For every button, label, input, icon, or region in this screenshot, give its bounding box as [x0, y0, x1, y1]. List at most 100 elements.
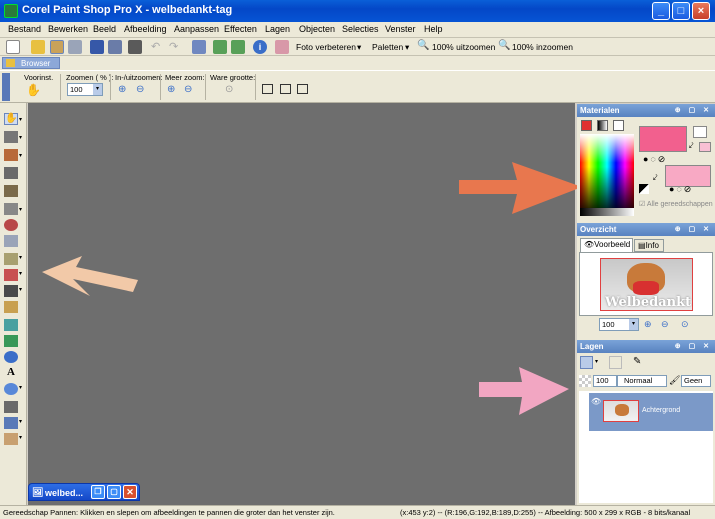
save-icon[interactable]: [90, 40, 104, 54]
redo-icon[interactable]: ↷: [169, 40, 183, 54]
chevron-down-icon[interactable]: ▾: [19, 134, 22, 141]
tab-info[interactable]: ▤Info: [634, 239, 664, 252]
minimized-document-window[interactable]: 🖼 welbed... ❐ ▢ ✕: [28, 483, 140, 501]
grayscale-strip[interactable]: [580, 208, 634, 216]
menu-lagen[interactable]: Lagen: [265, 24, 290, 34]
chevron-down-icon[interactable]: ▾: [93, 84, 102, 95]
chevron-down-icon[interactable]: ▾: [19, 206, 22, 213]
undo-icon[interactable]: ↶: [151, 40, 165, 54]
menu-venster[interactable]: Venster: [385, 24, 416, 34]
paste-icon[interactable]: [231, 40, 245, 54]
opacity-input[interactable]: 100: [593, 375, 617, 387]
picture-tube-icon[interactable]: [4, 335, 18, 347]
info-icon[interactable]: i: [253, 40, 267, 54]
rainbow-tab-icon[interactable]: [597, 120, 608, 131]
dropper-tool-icon[interactable]: [4, 167, 18, 179]
swap-icon[interactable]: ⤦: [689, 141, 694, 151]
close-button[interactable]: ×: [692, 2, 710, 20]
more-zoom-in-icon[interactable]: ⊕: [167, 84, 175, 95]
pick-tool-icon[interactable]: [4, 131, 18, 143]
clone-tool-icon[interactable]: [4, 235, 18, 247]
fit-screen-icon[interactable]: [297, 84, 308, 94]
foreground-small-swatch[interactable]: [693, 126, 707, 138]
panel-controls[interactable]: ⊕ ▢ ✕: [675, 104, 712, 117]
restore-button[interactable]: ❐: [91, 485, 105, 499]
background-style-icons[interactable]: ●◌⊘: [669, 184, 693, 195]
zoom-in-icon[interactable]: ⊕: [644, 319, 652, 330]
menu-beeld[interactable]: Beeld: [93, 24, 116, 34]
crop-tool-icon[interactable]: [4, 185, 18, 197]
delete-layer-icon[interactable]: [609, 356, 622, 369]
menu-afbeelding[interactable]: Afbeelding: [124, 24, 167, 34]
panel-controls[interactable]: ⊕ ▢ ✕: [675, 340, 712, 353]
zoom-in-100-button[interactable]: 100% inzoomen: [512, 42, 573, 52]
background-small-swatch[interactable]: [699, 142, 711, 152]
menu-selecties[interactable]: Selecties: [342, 24, 379, 34]
text-tool-icon[interactable]: A: [4, 366, 18, 378]
paint-brush-icon[interactable]: [4, 269, 18, 281]
enhance-photo-menu[interactable]: Foto verbeteren: [296, 42, 356, 52]
chevron-down-icon[interactable]: ▾: [19, 116, 22, 123]
chevron-down-icon[interactable]: ▾: [19, 418, 22, 425]
command-history-icon[interactable]: [192, 40, 206, 54]
visibility-icon[interactable]: 👁: [591, 397, 601, 406]
copy-icon[interactable]: [213, 40, 227, 54]
print-icon[interactable]: [128, 40, 142, 54]
actual-size-icon[interactable]: ⊙: [225, 84, 233, 95]
layers-header[interactable]: Lagen ⊕ ▢ ✕: [577, 340, 715, 353]
preview-thumbnail[interactable]: Welbedankt: [600, 258, 693, 311]
close-doc-button[interactable]: ✕: [123, 485, 137, 499]
chevron-down-icon[interactable]: ▾: [19, 270, 22, 277]
browse-icon[interactable]: [50, 40, 64, 54]
flood-fill-icon[interactable]: [4, 319, 18, 331]
materials-header[interactable]: Materialen ⊕ ▢ ✕: [577, 104, 715, 117]
pen-tool-icon[interactable]: [4, 401, 18, 413]
menu-help[interactable]: Help: [424, 24, 443, 34]
menu-bestand[interactable]: Bestand: [8, 24, 41, 34]
scratch-remover-icon[interactable]: [4, 253, 18, 265]
chevron-down-icon[interactable]: ▾: [595, 358, 598, 365]
shape-tool-icon[interactable]: [4, 383, 18, 395]
photo-enhance-icon[interactable]: [275, 40, 289, 54]
save-as-icon[interactable]: [108, 40, 122, 54]
warp-tool-icon[interactable]: [4, 417, 18, 429]
mask-select[interactable]: Geen: [681, 375, 711, 387]
preset-shape-icon[interactable]: [4, 351, 18, 363]
chevron-down-icon[interactable]: ▾: [19, 254, 22, 261]
maximize-button[interactable]: □: [672, 2, 690, 20]
zoom-out-100-button[interactable]: 100% uitzoomen: [432, 42, 495, 52]
menu-effecten[interactable]: Effecten: [224, 24, 257, 34]
red-eye-tool-icon[interactable]: [4, 219, 18, 231]
palettes-menu[interactable]: Paletten: [372, 42, 403, 52]
panel-controls[interactable]: ⊕ ▢ ✕: [675, 223, 712, 236]
straighten-tool-icon[interactable]: [4, 203, 18, 215]
color-spectrum[interactable]: [580, 134, 634, 216]
preview-area[interactable]: Welbedankt: [579, 252, 713, 316]
swatches-tab-icon[interactable]: [613, 120, 624, 131]
hand-icon[interactable]: ✋: [26, 83, 41, 97]
new-layer-icon[interactable]: [580, 356, 593, 369]
chevron-down-icon[interactable]: ▾: [19, 434, 22, 441]
minimize-button[interactable]: _: [652, 2, 670, 20]
scan-icon[interactable]: [68, 40, 82, 54]
tab-preview[interactable]: 👁Voorbeeld: [580, 238, 633, 252]
zoom-out-icon[interactable]: ⊖: [661, 319, 669, 330]
actual-size-icon[interactable]: ⊙: [681, 319, 689, 330]
fit-window-icon[interactable]: [262, 84, 273, 94]
zoom-in-icon[interactable]: ⊕: [118, 84, 126, 95]
eraser-icon[interactable]: [4, 301, 18, 313]
open-icon[interactable]: [31, 40, 45, 54]
swap-colors-icon[interactable]: ⤦: [653, 173, 658, 183]
layer-row-background[interactable]: 👁 Achtergrond: [589, 393, 713, 431]
chevron-down-icon[interactable]: ▾: [19, 384, 22, 391]
transparent-icon[interactable]: [639, 184, 649, 194]
art-media-icon[interactable]: [4, 433, 18, 445]
menu-bewerken[interactable]: Bewerken: [48, 24, 88, 34]
foreground-swatch[interactable]: [639, 126, 687, 152]
selection-tool-icon[interactable]: [4, 149, 18, 161]
zoom-out-icon[interactable]: ⊖: [136, 84, 144, 95]
chevron-down-icon[interactable]: ▾: [629, 319, 638, 330]
pan-tool-icon[interactable]: ✋: [4, 113, 18, 125]
layer-properties-icon[interactable]: ✎: [633, 356, 646, 369]
menu-aanpassen[interactable]: Aanpassen: [174, 24, 219, 34]
